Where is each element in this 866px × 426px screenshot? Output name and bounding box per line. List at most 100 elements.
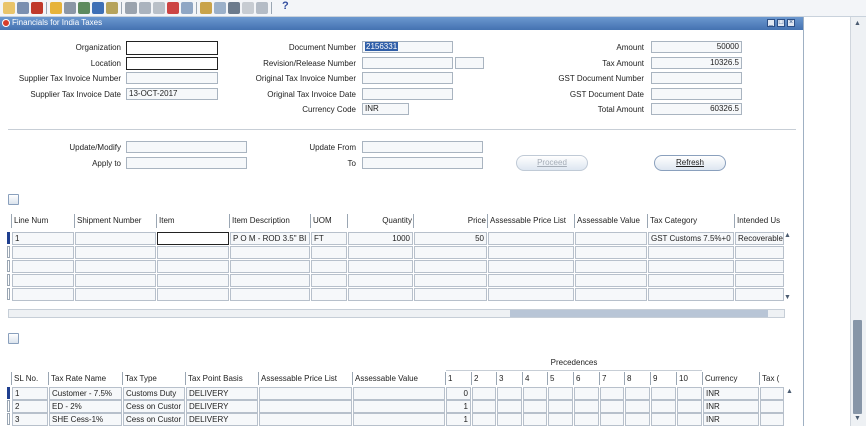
- taxes-cell[interactable]: [677, 387, 702, 400]
- lines-row-marker[interactable]: [7, 274, 10, 286]
- taxes-cell[interactable]: [497, 400, 522, 413]
- lines-cell[interactable]: Recoverable: [735, 232, 784, 245]
- lines-cell[interactable]: 50: [414, 232, 487, 245]
- currency-code-field[interactable]: INR: [362, 103, 409, 115]
- original-tax-invoice-date-field[interactable]: [362, 88, 453, 100]
- lines-cell[interactable]: [414, 288, 487, 301]
- lines-cell[interactable]: [414, 246, 487, 259]
- lines-folder-icon[interactable]: [8, 194, 19, 205]
- lines-row-marker[interactable]: [7, 232, 10, 244]
- proceed-button[interactable]: Proceed: [516, 155, 588, 171]
- taxes-cell[interactable]: [523, 413, 547, 426]
- paste-icon[interactable]: [106, 2, 118, 14]
- taxes-scroll-up-icon[interactable]: ▲: [786, 388, 793, 395]
- taxes-cell[interactable]: [651, 400, 676, 413]
- lines-cell[interactable]: [230, 288, 310, 301]
- find-icon[interactable]: [78, 2, 90, 14]
- taxes-cell[interactable]: [600, 400, 624, 413]
- folder-icon[interactable]: [200, 2, 212, 14]
- translations-icon[interactable]: [228, 2, 240, 14]
- lines-cell[interactable]: [735, 246, 784, 259]
- lines-cell[interactable]: [575, 288, 647, 301]
- lines-cell[interactable]: [348, 288, 413, 301]
- taxes-cell[interactable]: INR: [703, 400, 759, 413]
- taxes-cell[interactable]: [600, 413, 624, 426]
- lines-cell[interactable]: [488, 288, 574, 301]
- lines-row-marker[interactable]: [7, 288, 10, 300]
- lines-cell[interactable]: [414, 274, 487, 287]
- taxes-cell[interactable]: 1: [446, 413, 471, 426]
- lines-cell[interactable]: GST Customs 7.5%+0: [648, 232, 734, 245]
- lines-cell[interactable]: [75, 246, 156, 259]
- taxes-cell[interactable]: [523, 387, 547, 400]
- new-icon[interactable]: [3, 2, 15, 14]
- taxes-cell[interactable]: DELIVERY: [186, 387, 258, 400]
- taxes-cell[interactable]: 3: [12, 413, 48, 426]
- taxes-folder-icon[interactable]: [8, 333, 19, 344]
- original-tax-invoice-number-field[interactable]: [362, 72, 453, 84]
- taxes-cell[interactable]: SHE Cess-1%: [49, 413, 122, 426]
- print-icon[interactable]: [64, 2, 76, 14]
- taxes-cell[interactable]: Customer - 7.5%: [49, 387, 122, 400]
- taxes-row-marker[interactable]: [7, 400, 10, 412]
- taxes-cell[interactable]: [497, 413, 522, 426]
- help-icon[interactable]: ?: [282, 0, 289, 12]
- taxes-cell[interactable]: [600, 387, 624, 400]
- taxes-cell[interactable]: [523, 400, 547, 413]
- scroll-down-icon[interactable]: ▼: [854, 415, 861, 422]
- supplier-tax-invoice-number-field[interactable]: [126, 72, 218, 84]
- organization-field[interactable]: [126, 41, 218, 55]
- lines-cell[interactable]: [735, 274, 784, 287]
- lines-cell[interactable]: [157, 232, 229, 245]
- save-icon[interactable]: [31, 2, 43, 14]
- taxes-cell[interactable]: [472, 400, 496, 413]
- taxes-cell[interactable]: Customs Duty: [123, 387, 185, 400]
- taxes-row-marker[interactable]: [7, 387, 10, 399]
- taxes-cell[interactable]: [625, 413, 650, 426]
- taxes-cell[interactable]: [353, 413, 445, 426]
- taxes-cell[interactable]: [259, 400, 352, 413]
- lines-cell[interactable]: P O M - ROD 3.5" BI: [230, 232, 310, 245]
- taxes-cell[interactable]: Cess on Custor: [123, 400, 185, 413]
- lines-scroll-thumb[interactable]: [510, 310, 768, 317]
- supplier-tax-invoice-date-field[interactable]: 13-OCT-2017: [126, 88, 218, 100]
- taxes-cell[interactable]: Cess on Custor: [123, 413, 185, 426]
- taxes-cell[interactable]: [651, 413, 676, 426]
- lines-cell[interactable]: FT: [311, 232, 347, 245]
- taxes-cell[interactable]: 1: [446, 400, 471, 413]
- maximize-icon[interactable]: □: [777, 19, 785, 27]
- taxes-cell[interactable]: ED - 2%: [49, 400, 122, 413]
- taxes-cell[interactable]: [548, 413, 573, 426]
- taxes-cell[interactable]: [677, 413, 702, 426]
- scroll-up-icon[interactable]: ▲: [854, 20, 861, 27]
- lines-cell[interactable]: [488, 232, 574, 245]
- total-amount-field[interactable]: 60326.5: [651, 103, 742, 115]
- lines-cell[interactable]: [75, 260, 156, 273]
- taxes-cell[interactable]: [760, 400, 784, 413]
- lines-cell[interactable]: [488, 260, 574, 273]
- edit-icon[interactable]: [181, 2, 193, 14]
- taxes-cell[interactable]: [353, 387, 445, 400]
- taxes-cell[interactable]: [472, 387, 496, 400]
- refresh-button[interactable]: Refresh: [654, 155, 726, 171]
- lines-cell[interactable]: [157, 274, 229, 287]
- lines-cell[interactable]: [157, 288, 229, 301]
- taxes-cell[interactable]: [259, 413, 352, 426]
- update-from-field[interactable]: [362, 141, 483, 153]
- lines-cell[interactable]: [12, 246, 74, 259]
- lines-cell[interactable]: [230, 274, 310, 287]
- lines-cell[interactable]: [648, 288, 734, 301]
- gst-document-number-field[interactable]: [651, 72, 742, 84]
- lines-cell[interactable]: [488, 274, 574, 287]
- gst-document-date-field[interactable]: [651, 88, 742, 100]
- amount-field[interactable]: 50000: [651, 41, 742, 53]
- update-modify-field[interactable]: [126, 141, 247, 153]
- delete-icon[interactable]: [167, 2, 179, 14]
- minimize-icon[interactable]: _: [767, 19, 775, 27]
- lines-cell[interactable]: [230, 246, 310, 259]
- refresh-icon[interactable]: [242, 2, 254, 14]
- lines-row-marker[interactable]: [7, 246, 10, 258]
- lines-scroll-down-icon[interactable]: ▼: [784, 294, 791, 301]
- taxes-cell[interactable]: [625, 387, 650, 400]
- lines-cell[interactable]: [12, 260, 74, 273]
